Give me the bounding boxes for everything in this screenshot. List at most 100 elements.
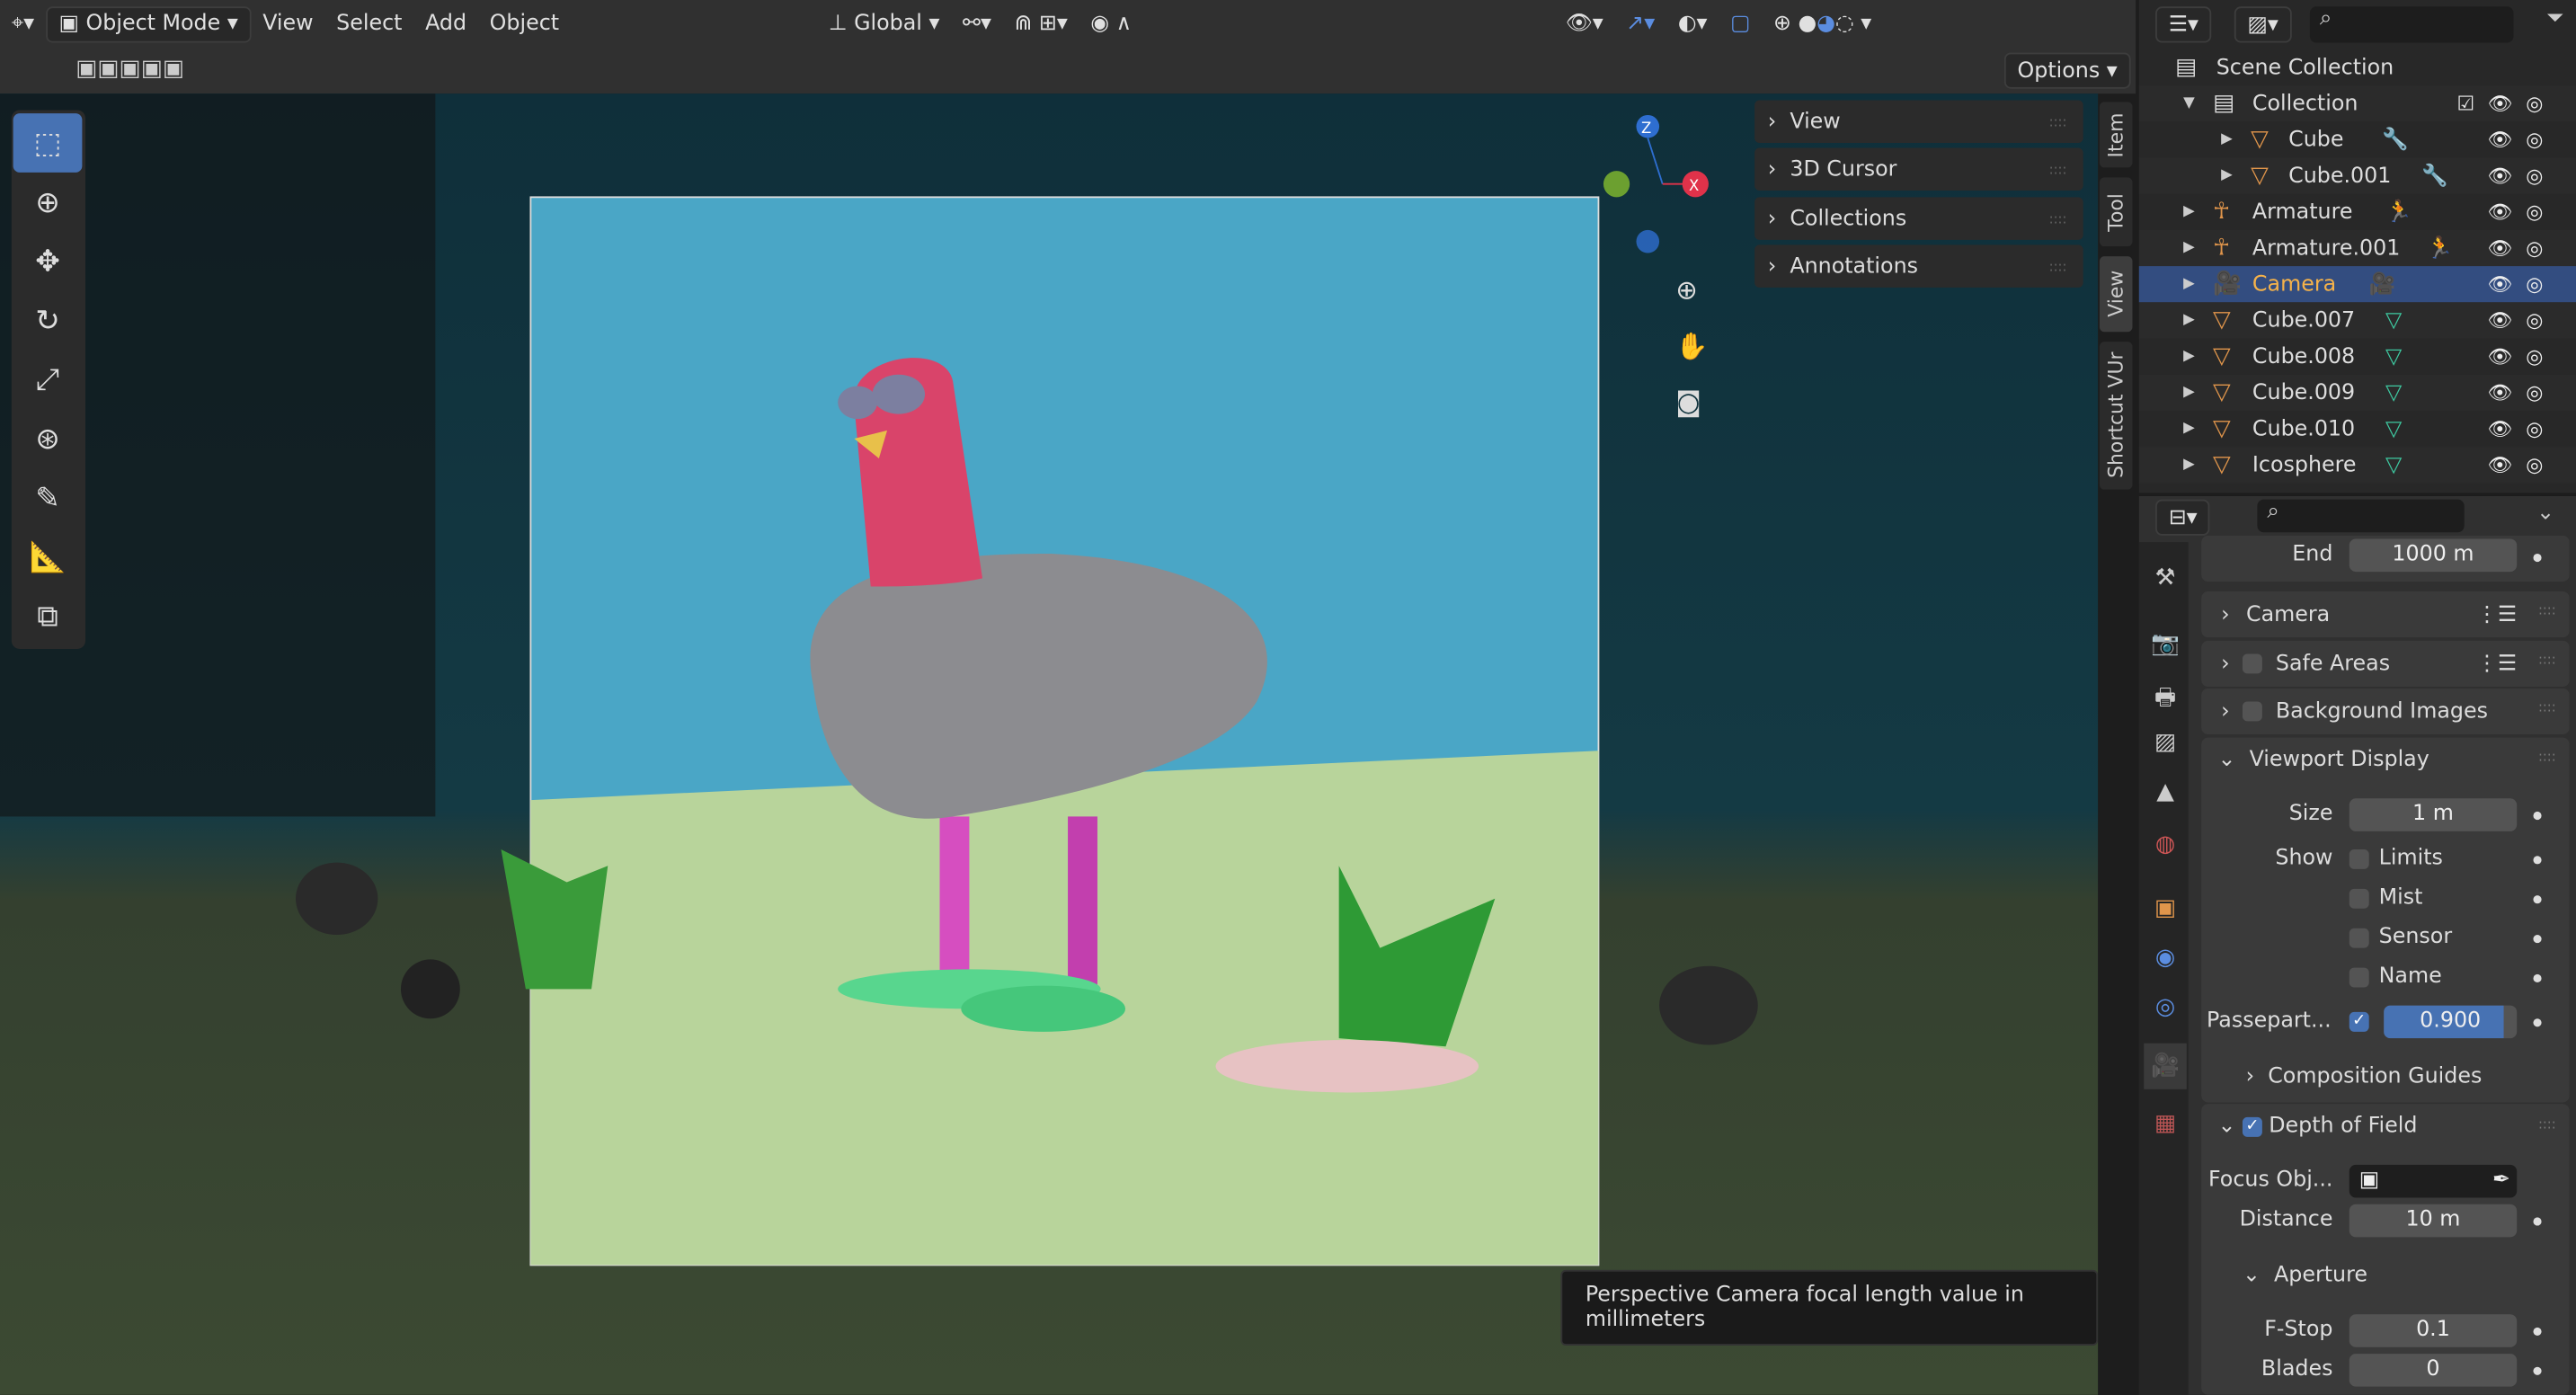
measure-tool[interactable]: 📐 (13, 528, 83, 587)
outliner-item[interactable]: ▼ ▤ Collection ☑👁◎ (2138, 85, 2576, 122)
overlay-toggle[interactable]: ◐▾ (1666, 5, 1719, 41)
properties-editor-type[interactable]: ⊟▾ (2155, 499, 2211, 536)
outliner-scene-collection[interactable]: ▤ Scene Collection (2139, 49, 2576, 85)
depth-of-field-checkbox[interactable]: ✓ (2242, 1116, 2262, 1137)
keyframe-dot[interactable] (2533, 935, 2542, 944)
transform-tool[interactable]: ⊛ (13, 409, 83, 468)
keyframe-dot[interactable] (2533, 1018, 2542, 1027)
scene-tab-icon[interactable]: ▲ (2151, 778, 2181, 804)
composition-guides-header[interactable]: › Composition Guides (2246, 1064, 2483, 1088)
mode-dropdown[interactable]: ▣ Object Mode ▾ (45, 5, 252, 42)
npanel-collections[interactable]: › Collections:::: (1754, 197, 2083, 240)
tab-view[interactable]: View (2099, 256, 2133, 333)
tab-shortcut-vur[interactable]: Shortcut VUr (2099, 342, 2133, 490)
texture-tab-icon[interactable]: ▦ (2151, 1111, 2181, 1137)
display-mode-dropdown[interactable]: ☰▾ (2155, 6, 2212, 43)
keyframe-dot[interactable] (2533, 856, 2542, 865)
gizmo-toggle[interactable]: ↗▾ (1614, 5, 1666, 41)
filter-icon[interactable]: ⏷ (2546, 6, 2563, 31)
scale-tool[interactable]: ⤢ (13, 350, 83, 409)
menu-add[interactable]: Add (413, 5, 478, 41)
camera-data-tab-icon[interactable]: 🎥 (2144, 1043, 2187, 1089)
3d-viewport[interactable]: Z X ⊕ ✋ ◙ Perspective Camera focal length … (0, 93, 2099, 1395)
distance-field[interactable]: 10 m (2349, 1204, 2518, 1238)
menu-object[interactable]: Object (478, 5, 571, 41)
options-dropdown[interactable]: Options ▾ (2003, 52, 2131, 89)
object-tab-icon[interactable]: ▣ (2151, 895, 2181, 921)
pivot-dropdown[interactable]: ⚯▾ (951, 5, 1002, 41)
add-cube-tool[interactable]: ⧉ (13, 587, 83, 646)
sensor-label: Sensor (2378, 925, 2453, 950)
visibility-dropdown[interactable]: 👁▾ (1554, 5, 1615, 41)
outliner-item-selected[interactable]: ▶ 🎥 Camera 🎥 👁◎ (2138, 266, 2576, 303)
orientation-dropdown[interactable]: ⊥ Global ▾ (817, 5, 951, 41)
name-checkbox[interactable] (2349, 967, 2369, 988)
properties-search[interactable]: ⌕ (2257, 499, 2465, 533)
outliner-item[interactable]: ▶ ▽ Cube.001 🔧 👁◎ (2138, 157, 2576, 194)
depth-of-field-header[interactable]: ⌄ (2218, 1114, 2236, 1138)
keyframe-dot[interactable] (2533, 1366, 2542, 1375)
fstop-field[interactable]: 0.1 (2349, 1314, 2518, 1347)
aperture-header[interactable]: ⌄ Aperture (2243, 1264, 2367, 1288)
annotate-tool[interactable]: ✎ (13, 468, 83, 528)
limits-checkbox[interactable] (2349, 849, 2369, 869)
xray-toggle[interactable]: ▢ (1719, 5, 1762, 41)
outliner-item[interactable]: ▶ ▽ Cube 🔧 👁◎ (2139, 121, 2576, 157)
world-tab-icon[interactable]: ◍ (2151, 831, 2181, 857)
armature-icon: ☥ (2213, 235, 2231, 262)
output-tab-icon[interactable]: 🖶 (2151, 680, 2181, 720)
keyframe-dot[interactable] (2533, 553, 2542, 563)
passepartout-checkbox[interactable]: ✓ (2349, 1011, 2369, 1032)
npanel-3d-cursor[interactable]: › 3D Cursor:::: (1754, 147, 2083, 191)
tab-item[interactable]: Item (2099, 102, 2133, 168)
clip-end-field[interactable]: 1000 m (2349, 538, 2518, 573)
tab-tool[interactable]: Tool (2099, 177, 2133, 247)
menu-view[interactable]: View (251, 5, 324, 41)
outliner-item[interactable]: ▶ ▽ Cube.007 ▽ 👁◎ (2138, 302, 2576, 339)
sensor-checkbox[interactable] (2349, 928, 2369, 948)
view-layer-tab-icon[interactable]: ▨ (2151, 730, 2181, 756)
options-chevron[interactable]: ⌄ (2536, 501, 2554, 525)
outliner-item[interactable]: ▶ ▽ Cube.010 ▽ 👁◎ (2139, 411, 2576, 447)
constraints-tab-icon[interactable]: ◎ (2151, 994, 2181, 1020)
passepartout-slider[interactable]: 0.900 (2384, 1005, 2518, 1039)
navigation-buttons[interactable]: ⊕ ✋ ◙ (1675, 262, 1708, 430)
outliner-item[interactable]: ▶ ▽ Cube.008 ▽ 👁◎ (2139, 339, 2576, 375)
outliner-item[interactable]: ▶ ▽ Cube.009 ▽ 👁◎ (2138, 374, 2576, 411)
safe-areas-checkbox[interactable] (2243, 653, 2263, 674)
filter-scene-dropdown[interactable]: ▨▾ (2234, 6, 2292, 43)
menu-select[interactable]: Select (324, 5, 413, 41)
viewport-display-header[interactable]: ⌄ Viewport Display (2218, 748, 2429, 772)
blades-field[interactable]: 0 (2349, 1354, 2518, 1387)
select-box-tool[interactable]: ⬚ (13, 113, 83, 173)
rotate-tool[interactable]: ↻ (13, 291, 83, 351)
physics-tab-icon[interactable]: ◉ (2151, 945, 2181, 971)
keyframe-dot[interactable] (2533, 1327, 2542, 1337)
proportional-edit[interactable]: ◉ ∧ (1079, 5, 1143, 41)
snap-toggle[interactable]: ⋒ ⊞▾ (1003, 5, 1079, 41)
shading-modes[interactable]: ⊕ ● ◕ ◌ ▾ (1762, 5, 1883, 41)
outliner-item[interactable]: ▶ ☥ Armature.001 🏃 👁◎ (2138, 229, 2576, 267)
outliner-item[interactable]: ▶ ☥ Armature 🏃 👁◎ (2139, 194, 2576, 230)
npanel-annotations[interactable]: › Annotations:::: (1754, 244, 2083, 288)
editor-type-button[interactable]: ⌖▾ (0, 5, 46, 41)
keyframe-dot[interactable] (2533, 973, 2542, 983)
focus-object-field[interactable]: ▣ ✒ (2349, 1164, 2518, 1198)
background-images-header[interactable]: › Background Images (2201, 688, 2570, 735)
size-field[interactable]: 1 m (2349, 798, 2518, 831)
cursor-tool[interactable]: ⊕ (13, 173, 83, 232)
outliner-search[interactable]: ⌕ (2309, 6, 2514, 43)
camera-panel-header[interactable]: › Camera ⋮☰ (2201, 591, 2570, 638)
keyframe-dot[interactable] (2533, 811, 2542, 821)
keyframe-dot[interactable] (2533, 1217, 2542, 1226)
selection-mode-buttons[interactable]: ▣▣▣▣▣ (76, 56, 184, 82)
outliner-item[interactable]: ▶ ▽ Icosphere ▽ 👁◎ (2138, 447, 2576, 484)
keyframe-dot[interactable] (2533, 895, 2542, 904)
render-tab-icon[interactable]: 📷 (2151, 631, 2181, 657)
tool-tab-icon[interactable]: ⚒ (2151, 565, 2181, 591)
npanel-view[interactable]: › View:::: (1754, 100, 2083, 144)
mist-checkbox[interactable] (2349, 888, 2369, 909)
background-images-checkbox[interactable] (2243, 701, 2263, 722)
move-tool[interactable]: ✥ (13, 232, 83, 291)
safe-areas-header[interactable]: › Safe Areas ⋮☰ (2201, 640, 2570, 688)
